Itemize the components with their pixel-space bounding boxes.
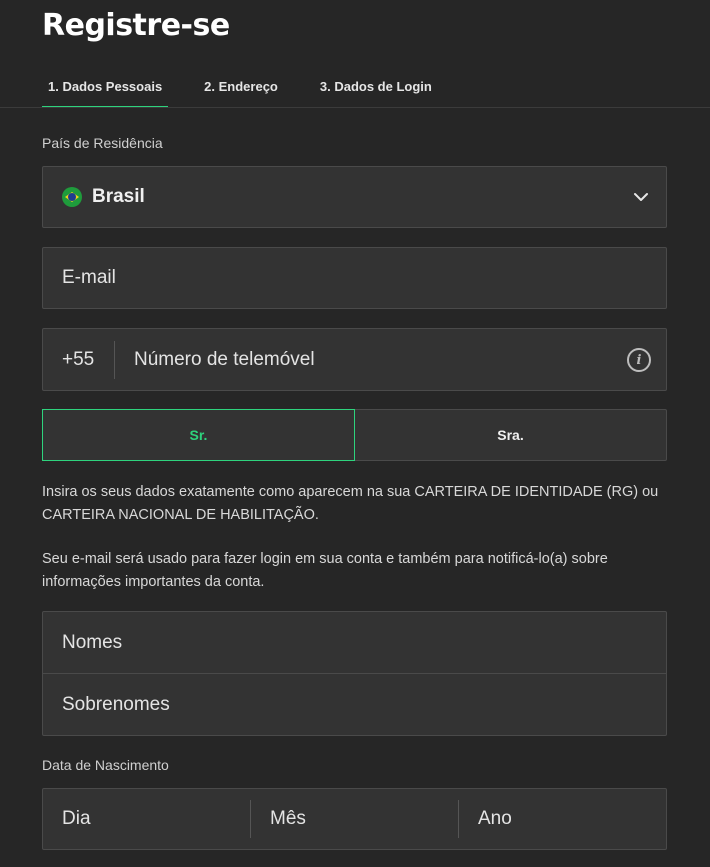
gender-mr-button[interactable]: Sr. xyxy=(42,409,355,461)
phone-prefix[interactable]: +55 xyxy=(43,340,115,379)
last-names-placeholder: Sobrenomes xyxy=(62,694,170,715)
chevron-down-icon xyxy=(634,193,648,201)
country-value: Brasil xyxy=(92,186,145,207)
country-label: País de Residência xyxy=(42,135,163,151)
tab-address[interactable]: 2. Endereço xyxy=(198,68,284,108)
first-names-placeholder: Nomes xyxy=(62,631,123,653)
dob-year-field[interactable]: Ano xyxy=(458,800,666,838)
dob-day-field[interactable]: Dia xyxy=(43,800,250,838)
step-tabs: 1. Dados Pessoais 2. Endereço 3. Dados d… xyxy=(42,68,468,108)
phone-field: +55 Número de telemóvel i xyxy=(42,328,667,391)
tabs-divider xyxy=(0,107,710,108)
gender-toggle: Sr. Sra. xyxy=(42,409,667,461)
dob-month-field[interactable]: Mês xyxy=(250,800,458,838)
dob-group: Dia Mês Ano xyxy=(42,788,667,850)
email-placeholder: E-mail xyxy=(62,267,116,288)
dob-month-placeholder: Mês xyxy=(270,808,306,829)
names-group: Nomes Sobrenomes xyxy=(42,611,667,736)
brazil-flag-icon xyxy=(62,187,82,207)
page-title: Registre-se xyxy=(42,8,230,43)
email-notice-text: Seu e-mail será usado para fazer login e… xyxy=(42,551,608,590)
registration-page: Registre-se 1. Dados Pessoais 2. Endereç… xyxy=(0,0,710,867)
phone-input[interactable]: Número de telemóvel xyxy=(115,349,666,371)
gender-mrs-button[interactable]: Sra. xyxy=(355,410,666,460)
tab-login-data[interactable]: 3. Dados de Login xyxy=(314,68,438,108)
info-icon[interactable]: i xyxy=(627,348,651,372)
email-field[interactable]: E-mail xyxy=(42,247,667,309)
tab-personal-data[interactable]: 1. Dados Pessoais xyxy=(42,68,169,108)
first-names-field[interactable]: Nomes xyxy=(43,612,666,674)
dob-year-placeholder: Ano xyxy=(478,808,512,829)
last-names-field[interactable]: Sobrenomes xyxy=(43,674,666,736)
country-select[interactable]: Brasil xyxy=(42,166,667,228)
dob-label: Data de Nascimento xyxy=(42,757,169,773)
id-notice-text: Insira os seus dados exatamente como apa… xyxy=(42,484,659,523)
dob-day-placeholder: Dia xyxy=(62,808,91,829)
